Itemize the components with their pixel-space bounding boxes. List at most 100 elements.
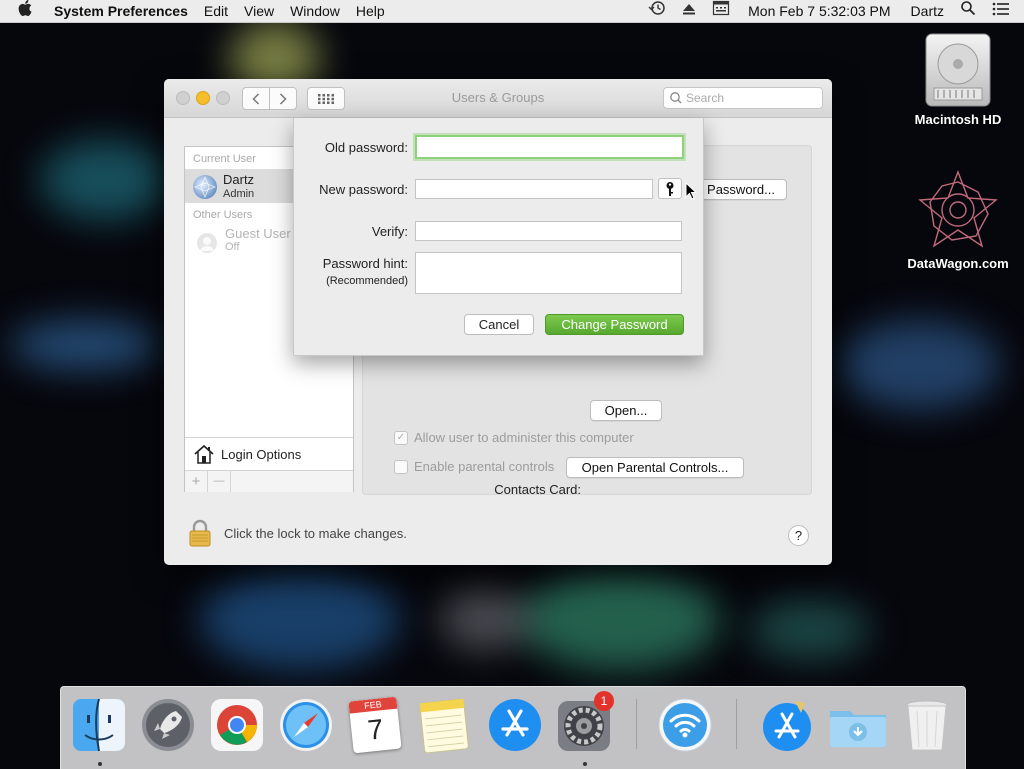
lock-text: Click the lock to make changes. — [224, 525, 407, 541]
wifi-icon — [658, 698, 712, 752]
menu-bar: System Preferences Edit View Window Help… — [0, 0, 1024, 23]
dock-separator — [736, 699, 737, 749]
app-store-icon — [763, 701, 811, 751]
parental-controls-checkbox[interactable] — [394, 459, 408, 474]
apple-menu-icon[interactable] — [0, 0, 46, 22]
parental-controls-row[interactable]: Enable parental controls — [394, 459, 554, 474]
verify-input[interactable] — [416, 222, 681, 240]
notification-center-icon[interactable] — [984, 0, 1024, 22]
change-password-confirm-button[interactable]: Change Password — [545, 314, 684, 335]
current-user-header: Current User — [193, 153, 256, 165]
chrome-icon — [211, 699, 263, 751]
desktop-item-label: Macintosh HD — [914, 112, 1002, 127]
change-password-sheet: Old password: New password: Verify: Pass… — [293, 118, 704, 356]
password-hint-input[interactable] — [416, 253, 681, 293]
key-icon — [666, 181, 674, 196]
password-hint-sublabel: (Recommended) — [326, 275, 408, 287]
verify-field[interactable] — [415, 221, 682, 241]
safari-compass-icon — [280, 699, 332, 751]
remove-user-button[interactable]: — — [208, 471, 231, 492]
dock-calendar[interactable]: FEB 7 — [347, 696, 403, 754]
cancel-button[interactable]: Cancel — [464, 314, 534, 335]
help-menu[interactable]: Help — [348, 0, 393, 22]
lock-row[interactable]: Click the lock to make changes. — [188, 519, 407, 547]
list-toolbar: + — — [185, 470, 353, 492]
star-pattern-icon — [918, 168, 998, 252]
user-role: Admin — [223, 188, 255, 200]
keyboard-viewer-icon[interactable] — [704, 0, 738, 22]
app-menu[interactable]: System Preferences — [46, 0, 196, 22]
house-icon — [193, 444, 215, 464]
eject-icon[interactable] — [674, 0, 704, 22]
dock-trash[interactable] — [899, 697, 955, 753]
dock-app-store-download[interactable] — [759, 697, 815, 753]
trash-icon — [906, 700, 948, 751]
new-password-input[interactable] — [416, 180, 652, 198]
open-parental-controls-button[interactable]: Open Parental Controls... — [566, 457, 744, 478]
dock-finder[interactable] — [71, 697, 127, 753]
hard-drive-icon — [922, 30, 994, 108]
window-titlebar[interactable]: Users & Groups Search — [164, 79, 832, 118]
edit-menu[interactable]: Edit — [196, 0, 236, 22]
verify-label: Verify: — [371, 224, 408, 239]
password-hint-field[interactable] — [415, 252, 682, 294]
login-options-row[interactable]: Login Options — [185, 437, 353, 470]
old-password-label: Old password: — [324, 140, 408, 155]
new-password-field[interactable] — [415, 179, 653, 199]
user-name: Dartz — [223, 172, 255, 187]
search-placeholder: Search — [686, 91, 725, 105]
password-hint-label: Password hint: — [322, 256, 408, 271]
help-button[interactable]: ? — [788, 525, 809, 546]
menubar-clock[interactable]: Mon Feb 7 5:32:03 PM — [738, 0, 898, 22]
old-password-field[interactable] — [415, 135, 684, 159]
dock-launchpad[interactable] — [140, 697, 196, 753]
menubar-user[interactable]: Dartz — [899, 0, 952, 22]
time-machine-icon[interactable] — [640, 0, 674, 22]
password-assistant-button[interactable] — [658, 178, 682, 199]
allow-admin-label: Allow user to administer this computer — [414, 430, 634, 445]
dock-chrome[interactable] — [209, 697, 265, 753]
desktop-item-label: DataWagon.com — [907, 256, 1009, 271]
dock-safari[interactable] — [278, 697, 334, 753]
old-password-input[interactable] — [417, 137, 682, 157]
search-icon — [670, 92, 682, 104]
user-status: Off — [225, 241, 240, 253]
dock: FEB 7 1 — [60, 686, 966, 769]
finder-icon — [73, 698, 125, 752]
calendar-icon: FEB 7 — [348, 696, 402, 754]
downloads-folder-icon — [830, 711, 886, 747]
calendar-day: 7 — [366, 713, 385, 746]
window-menu[interactable]: Window — [282, 0, 348, 22]
lock-icon[interactable] — [188, 519, 212, 547]
contacts-card-label: Contacts Card: — [494, 482, 581, 497]
dock-downloads[interactable] — [828, 697, 886, 753]
spotlight-search-icon[interactable] — [952, 0, 984, 22]
parental-controls-label: Enable parental controls — [414, 459, 555, 474]
dock-notes[interactable] — [416, 697, 472, 754]
new-password-label: New password: — [319, 182, 408, 197]
guest-avatar-icon — [197, 233, 217, 253]
open-contacts-button[interactable]: Open... — [590, 400, 662, 421]
dock-separator — [636, 699, 637, 749]
change-password-button[interactable]: Password... — [695, 179, 787, 200]
launchpad-rocket-icon — [142, 699, 194, 751]
app-store-icon — [489, 699, 541, 751]
allow-admin-checkbox[interactable]: ✓ — [394, 430, 408, 445]
view-menu[interactable]: View — [236, 0, 282, 22]
search-input[interactable]: Search — [663, 87, 823, 109]
desktop-item-datawagon[interactable]: DataWagon.com — [898, 168, 1018, 271]
mouse-pointer-icon — [685, 181, 698, 203]
user-name: Guest User — [225, 226, 291, 241]
allow-admin-row[interactable]: ✓ Allow user to administer this computer — [394, 430, 634, 445]
dock-system-preferences[interactable]: 1 — [556, 691, 614, 753]
notes-icon — [419, 698, 469, 754]
desktop-item-macintosh-hd[interactable]: Macintosh HD — [898, 30, 1018, 127]
notification-badge: 1 — [594, 691, 614, 711]
add-user-button[interactable]: + — [185, 471, 208, 492]
running-indicator — [583, 762, 587, 766]
dock-app-store[interactable] — [487, 697, 543, 753]
avatar — [193, 175, 217, 199]
other-users-header: Other Users — [193, 209, 253, 221]
dock-wireless-diagnostics[interactable] — [657, 697, 713, 753]
login-options-label: Login Options — [221, 446, 302, 462]
